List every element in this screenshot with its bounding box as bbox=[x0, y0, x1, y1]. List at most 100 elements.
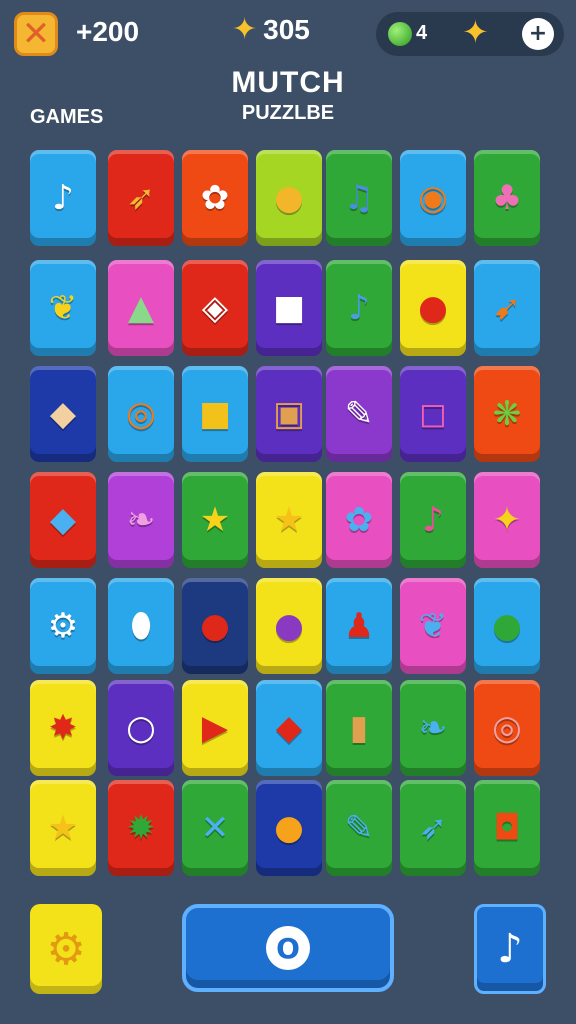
camera-icon: ◘ bbox=[493, 808, 521, 848]
puzzle-tile[interactable]: ❧ bbox=[400, 680, 466, 776]
puzzle-tile[interactable]: ★ bbox=[182, 472, 248, 568]
puzzle-tile[interactable]: ♪ bbox=[326, 260, 392, 356]
ring-icon: ○ bbox=[126, 708, 156, 748]
puzzle-tile[interactable]: ♣ bbox=[474, 150, 540, 246]
puzzle-tile[interactable]: ✿ bbox=[182, 150, 248, 246]
coin-value: 305 bbox=[263, 14, 310, 45]
puzzle-tile[interactable]: ➶ bbox=[400, 780, 466, 876]
banana-icon: ❦ bbox=[48, 288, 78, 328]
coin-counter: ✦ 305 bbox=[232, 14, 310, 46]
main-action-button[interactable]: O bbox=[182, 904, 394, 992]
puzzle-tile[interactable]: ✿ bbox=[326, 472, 392, 568]
puzzle-tile[interactable]: ✎ bbox=[326, 780, 392, 876]
puzzle-tile[interactable]: ⚙ bbox=[30, 578, 96, 674]
puzzle-tile[interactable]: ❦ bbox=[30, 260, 96, 356]
puzzle-tile[interactable]: ▣ bbox=[256, 366, 322, 462]
puzzle-tile[interactable]: ▲ bbox=[108, 260, 174, 356]
bird-icon: ✦ bbox=[492, 500, 522, 540]
puzzle-tile[interactable]: ◎ bbox=[108, 366, 174, 462]
feather-icon: ❧ bbox=[126, 500, 156, 540]
puzzle-tile[interactable]: ◘ bbox=[474, 780, 540, 876]
puzzle-tile[interactable]: ● bbox=[256, 578, 322, 674]
puzzle-tile[interactable]: ◆ bbox=[30, 472, 96, 568]
mug-icon: ▮ bbox=[349, 708, 369, 748]
puzzle-tile[interactable]: ◎ bbox=[474, 680, 540, 776]
donut-icon: ◉ bbox=[418, 178, 448, 218]
star-icon: ★ bbox=[273, 500, 305, 540]
puzzle-tile[interactable]: ○ bbox=[108, 680, 174, 776]
bag-icon: ◻ bbox=[418, 394, 448, 434]
puzzle-tile[interactable]: ✹ bbox=[108, 780, 174, 876]
puzzle-tile[interactable]: ● bbox=[256, 780, 322, 876]
add-button[interactable]: + bbox=[522, 18, 554, 50]
spiral-icon: ◎ bbox=[492, 708, 522, 748]
puzzle-tile[interactable]: ★ bbox=[256, 472, 322, 568]
puzzle-tile[interactable]: ◆ bbox=[30, 366, 96, 462]
propeller-icon: ✕ bbox=[200, 808, 230, 848]
bug-icon: ● bbox=[274, 808, 304, 848]
resource-bar: 4 ✦ + bbox=[376, 12, 564, 56]
puzzle-tile[interactable]: ■ bbox=[256, 260, 322, 356]
music-button[interactable]: ♪ bbox=[474, 904, 546, 994]
lollipop-icon: ● bbox=[274, 178, 304, 218]
tree-icon: ♣ bbox=[491, 178, 523, 218]
puzzle-tile[interactable]: ⬮ bbox=[108, 578, 174, 674]
puzzle-tile[interactable]: ➶ bbox=[108, 150, 174, 246]
puzzle-tile[interactable]: ● bbox=[400, 260, 466, 356]
music-note-icon: ♪ bbox=[348, 288, 370, 328]
eraser-icon: ◆ bbox=[49, 394, 77, 434]
puzzle-tile[interactable]: ❦ bbox=[400, 578, 466, 674]
note-icon: ✎ bbox=[344, 394, 374, 434]
carrot-icon: ➶ bbox=[126, 178, 156, 218]
puzzle-tile[interactable]: ❧ bbox=[108, 472, 174, 568]
puzzle-tile[interactable]: ● bbox=[256, 150, 322, 246]
puzzle-tile[interactable]: ■ bbox=[182, 366, 248, 462]
puzzle-tile[interactable]: ♫ bbox=[326, 150, 392, 246]
puzzle-tile[interactable]: ▮ bbox=[326, 680, 392, 776]
puzzle-tile[interactable]: ♪ bbox=[30, 150, 96, 246]
shape-icon: ◈ bbox=[201, 288, 229, 328]
egg-icon: ⬮ bbox=[130, 606, 152, 646]
music-note-icon: ♪ bbox=[52, 178, 74, 218]
carrot-icon: ➹ bbox=[492, 288, 522, 328]
top-bar: ✕ +200 ✦ 305 4 ✦ + bbox=[0, 0, 576, 70]
star-icon: ★ bbox=[199, 500, 231, 540]
puzzle-tile[interactable]: ♟ bbox=[326, 578, 392, 674]
puzzle-tile[interactable]: ➹ bbox=[474, 260, 540, 356]
puzzle-tile[interactable]: ▶ bbox=[182, 680, 248, 776]
leaf-icon: ❦ bbox=[418, 606, 448, 646]
puzzle-tile[interactable]: ✎ bbox=[326, 366, 392, 462]
games-label: GAMES bbox=[30, 106, 104, 128]
star-icon: ★ bbox=[47, 808, 79, 848]
music-note-icon: ♪ bbox=[422, 500, 444, 540]
apple-icon: ● bbox=[418, 288, 448, 328]
star-icon[interactable]: ✦ bbox=[462, 16, 489, 48]
score-value: +200 bbox=[76, 16, 140, 47]
bird-icon: ➶ bbox=[418, 808, 448, 848]
puzzle-tile[interactable]: ◆ bbox=[256, 680, 322, 776]
settings-button[interactable]: ⚙ bbox=[30, 904, 102, 994]
chat-bubble-icon: ● bbox=[492, 606, 522, 646]
puzzle-tile[interactable]: ✦ bbox=[474, 472, 540, 568]
close-button[interactable]: ✕ bbox=[14, 12, 58, 56]
puzzle-tile[interactable]: ❋ bbox=[474, 366, 540, 462]
puzzle-tile[interactable]: ● bbox=[474, 578, 540, 674]
music-notes-icon: ♫ bbox=[343, 178, 375, 218]
gear-icon: ⚙ bbox=[46, 923, 86, 975]
puzzle-tile[interactable]: ◉ bbox=[400, 150, 466, 246]
puzzle-tile[interactable]: ◻ bbox=[400, 366, 466, 462]
game-title: MUTCH bbox=[231, 66, 345, 99]
puzzle-tile[interactable]: ♪ bbox=[400, 472, 466, 568]
strawberry-icon: ● bbox=[200, 606, 230, 646]
plus-icon: + bbox=[528, 21, 548, 46]
puzzle-tile[interactable]: ● bbox=[182, 578, 248, 674]
gear-icon: ⚙ bbox=[47, 606, 79, 646]
gem-count: 4 bbox=[416, 22, 428, 44]
puzzle-tile[interactable]: ◈ bbox=[182, 260, 248, 356]
leaf-icon: ❋ bbox=[492, 394, 522, 434]
flower-icon: ✿ bbox=[200, 178, 230, 218]
puzzle-tile[interactable]: ✕ bbox=[182, 780, 248, 876]
puzzle-tile[interactable]: ★ bbox=[30, 780, 96, 876]
play-triangle-icon: ▶ bbox=[201, 708, 229, 748]
puzzle-tile[interactable]: ✸ bbox=[30, 680, 96, 776]
